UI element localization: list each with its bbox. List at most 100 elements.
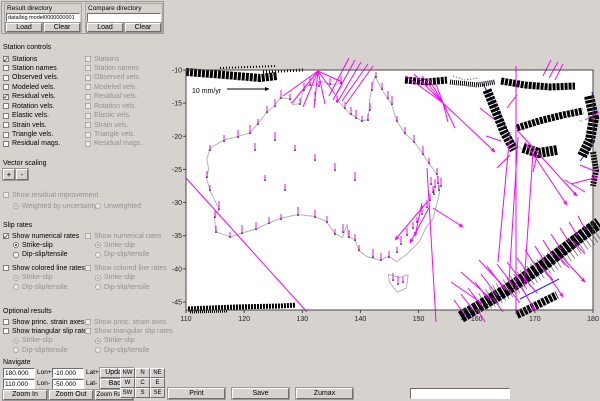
result-clear-button[interactable]: Clear	[44, 23, 80, 32]
slip-left-radio-dip-slip-tensile[interactable]: Dip-slip/tensile	[3, 251, 85, 260]
lat-max-field[interactable]	[52, 368, 84, 378]
control-label: Elastic vels.	[94, 112, 131, 119]
stations-right-checkbox-residual-vels: Residual vels.	[85, 93, 167, 102]
control-label: Strike-slip	[104, 337, 135, 344]
checkbox-box[interactable]	[3, 103, 9, 109]
x-tick-label: 150	[413, 316, 425, 323]
control-label: Show princ. strain axes	[12, 319, 84, 326]
radio-button	[95, 347, 101, 353]
stations-left-checkbox-residual-vels[interactable]: Residual vels.	[3, 93, 85, 102]
control-label: Show triangular slip rates	[12, 328, 91, 335]
control-label: Residual mags.	[94, 140, 142, 147]
stations-left-checkbox-stations[interactable]: Stations	[3, 55, 85, 64]
checkbox-box	[85, 94, 91, 100]
compass-n-button[interactable]: N	[135, 368, 150, 378]
radio-button	[95, 338, 101, 344]
station-controls-title: Station controls	[3, 44, 51, 51]
control-label: Rotation vels.	[94, 103, 136, 110]
lat-min-field[interactable]	[52, 379, 84, 389]
vector-cluster-band	[523, 148, 557, 153]
checkbox-box[interactable]	[3, 265, 9, 271]
checkbox-box[interactable]	[3, 94, 9, 100]
checkbox-box[interactable]	[3, 233, 9, 239]
residual-checkbox-show-residual-improvement: Show residual improvement	[3, 191, 163, 200]
stations-left-checkbox-observed-vels[interactable]: Observed vels.	[3, 74, 85, 83]
checkbox-box[interactable]	[3, 75, 9, 81]
radio-button	[13, 284, 19, 290]
radio-button[interactable]	[13, 252, 19, 258]
vector-scale-plus-button[interactable]: +	[3, 169, 15, 180]
slip-rates-right-column: Show numerical ratesStrike-slipDip-slip/…	[85, 232, 167, 293]
compass-c-button[interactable]: C	[135, 378, 150, 388]
stations-right-checkbox-residual-mags: Residual mags.	[85, 140, 167, 149]
result-directory-input[interactable]	[6, 13, 80, 22]
map-canvas[interactable]: 110120130140150160170180-10-15-20-25-30-…	[165, 0, 600, 401]
compass-se-button[interactable]: SE	[150, 388, 165, 398]
checkbox-box	[85, 65, 91, 71]
station-controls-left-column: StationsStation namesObserved vels.Model…	[3, 55, 85, 149]
checkbox-box[interactable]	[3, 56, 9, 62]
checkbox-box[interactable]	[3, 328, 9, 334]
lon-min-field[interactable]	[3, 379, 35, 389]
checkbox-box[interactable]	[3, 84, 9, 90]
slip-rates-title: Slip rates	[3, 222, 32, 229]
slip-left-radio-strike-slip[interactable]: Strike-slip	[3, 241, 85, 250]
compass-ne-button[interactable]: NE	[150, 368, 165, 378]
slip-left-checkbox-show-numerical-rates[interactable]: Show numerical rates	[3, 232, 85, 241]
stations-left-checkbox-station-names[interactable]: Station names	[3, 64, 85, 73]
zoom-out-button[interactable]: Zoom Out	[49, 390, 93, 400]
compass-w-button[interactable]: W	[120, 378, 135, 388]
checkbox-box[interactable]	[3, 132, 9, 138]
control-label: Show triangular slip rates	[94, 328, 173, 335]
control-label: Modeled vels.	[12, 84, 55, 91]
checkbox-box	[85, 265, 91, 271]
zoom-in-button[interactable]: Zoom In	[3, 390, 47, 400]
compare-clear-button[interactable]: Clear	[125, 23, 161, 32]
x-tick-label: 170	[529, 316, 541, 323]
checkbox-box	[85, 103, 91, 109]
checkbox-box[interactable]	[3, 122, 9, 128]
optional-left-checkbox-show-triangular-slip-rates[interactable]: Show triangular slip rates	[3, 327, 85, 336]
stations-left-checkbox-rotation-vels[interactable]: Rotation vels.	[3, 102, 85, 111]
checkbox-box[interactable]	[3, 141, 9, 147]
compass-nw-button[interactable]: NW	[120, 368, 135, 378]
lon-max-field[interactable]	[3, 368, 35, 378]
result-load-button[interactable]: Load	[6, 23, 42, 32]
radio-button	[95, 203, 101, 209]
slip-left-radio-dip-slip-tensile: Dip-slip/tensile	[3, 283, 85, 292]
stations-left-checkbox-triangle-vels[interactable]: Triangle vels.	[3, 131, 85, 140]
radio-button	[13, 347, 19, 353]
control-label: Strain vels.	[12, 122, 47, 129]
radio-button	[95, 242, 101, 248]
vector-scale-minus-button[interactable]: -	[16, 169, 28, 180]
stations-left-checkbox-residual-mags[interactable]: Residual mags.	[3, 140, 85, 149]
control-label: Show residual improvement	[12, 192, 98, 199]
control-label: Dip-slip/tensile	[104, 251, 150, 258]
control-label: Show princ. strain axes	[94, 319, 166, 326]
stations-left-checkbox-modeled-vels[interactable]: Modeled vels.	[3, 83, 85, 92]
control-label: Residual vels.	[12, 93, 56, 100]
slip-left-checkbox-show-colored-line-rates[interactable]: Show colored line rates	[3, 264, 85, 273]
control-label: Residual mags.	[12, 140, 60, 147]
compare-directory-input[interactable]	[87, 13, 161, 22]
optional-left-checkbox-show-princ-strain-axes[interactable]: Show princ. strain axes	[3, 318, 85, 327]
checkbox-box[interactable]	[3, 319, 9, 325]
compare-load-button[interactable]: Load	[87, 23, 123, 32]
y-tick-label: -10	[172, 68, 182, 75]
compass-e-button[interactable]: E	[150, 378, 165, 388]
checkbox-box	[85, 122, 91, 128]
checkbox-box	[85, 132, 91, 138]
stations-left-checkbox-elastic-vels[interactable]: Elastic vels.	[3, 112, 85, 121]
compass-sw-button[interactable]: SW	[120, 388, 135, 398]
stations-right-checkbox-observed-vels: Observed vels.	[85, 74, 167, 83]
control-label: Triangle vels.	[12, 131, 53, 138]
result-directory-label: Result directory	[7, 5, 52, 12]
stations-right-checkbox-stations: Stations	[85, 55, 167, 64]
stations-right-checkbox-modeled-vels: Modeled vels.	[85, 83, 167, 92]
compass-s-button[interactable]: S	[135, 388, 150, 398]
checkbox-box[interactable]	[3, 113, 9, 119]
stations-left-checkbox-strain-vels[interactable]: Strain vels.	[3, 121, 85, 130]
control-label: Strike-slip	[22, 337, 53, 344]
checkbox-box[interactable]	[3, 65, 9, 71]
radio-button[interactable]	[13, 242, 19, 248]
